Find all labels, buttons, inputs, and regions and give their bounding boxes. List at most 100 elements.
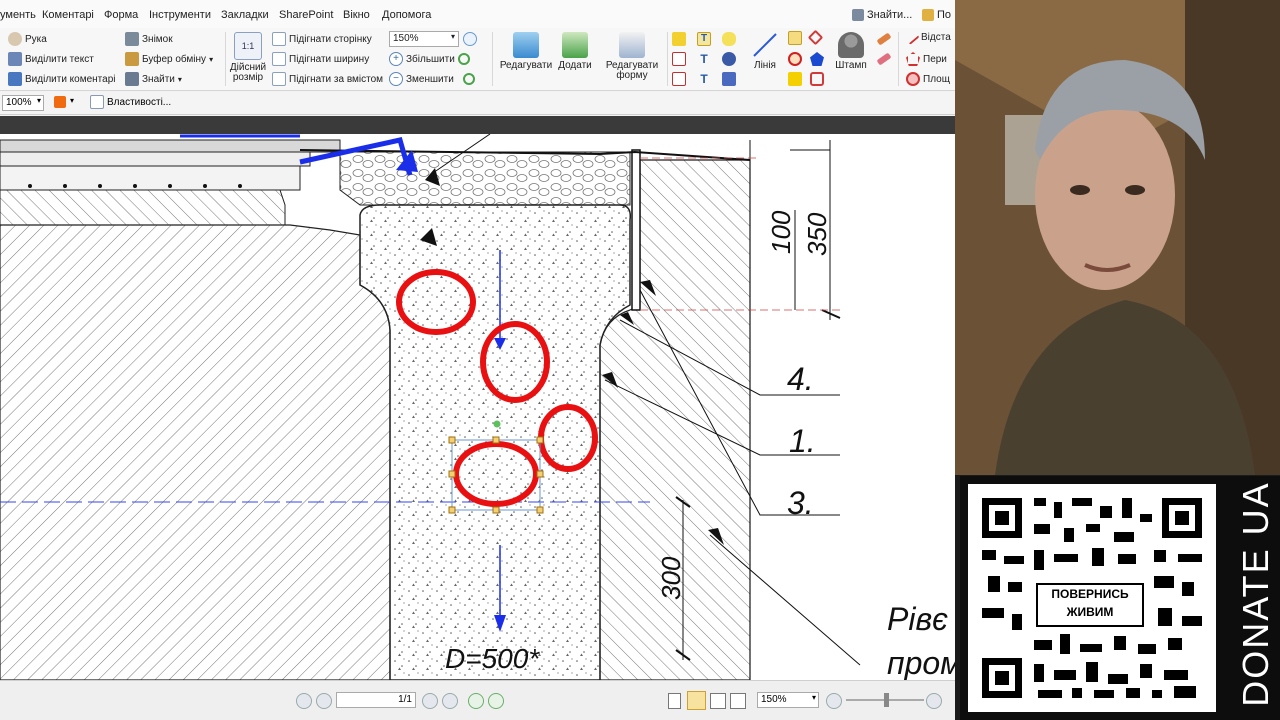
menu-window[interactable]: Вікно bbox=[343, 9, 370, 21]
status-bar: 1/1 150% ▾ bbox=[0, 680, 955, 720]
zoom-out-button[interactable]: − Зменшити bbox=[389, 72, 475, 86]
page-number-field[interactable]: 1/1 bbox=[336, 692, 416, 708]
properties-toolbar: 100% ▾ ▾ Властивості... bbox=[0, 92, 955, 115]
menu-form[interactable]: Форма bbox=[104, 9, 138, 21]
next-page-icon[interactable] bbox=[422, 693, 438, 709]
folder-icon bbox=[922, 9, 934, 21]
continuous-page-icon[interactable] bbox=[687, 691, 706, 710]
properties-icon bbox=[90, 95, 104, 109]
menu-bookmarks[interactable]: Закладки bbox=[221, 9, 269, 21]
chevron-down-icon: ▾ bbox=[36, 96, 41, 105]
note-icon[interactable] bbox=[722, 32, 736, 46]
hand-tool-button[interactable]: Рука bbox=[8, 32, 47, 46]
menu-comments[interactable]: Коментарі bbox=[42, 9, 94, 21]
qr-badge: ПОВЕРНИСЬ ЖИВИМ bbox=[1036, 583, 1144, 627]
technical-drawing: 100 350 300 4. 1. 3. D=500* Рівє пром bbox=[0, 134, 955, 680]
add-button[interactable]: Додати bbox=[553, 32, 597, 71]
binoculars-icon bbox=[852, 9, 864, 21]
single-page-icon[interactable] bbox=[668, 693, 681, 709]
zoom-slider-thumb[interactable] bbox=[884, 693, 889, 707]
menu-tools[interactable]: Інструменти bbox=[149, 9, 211, 21]
soil-left bbox=[0, 224, 391, 680]
prev-page-icon[interactable] bbox=[316, 693, 332, 709]
edit-image-icon bbox=[513, 32, 539, 58]
snapshot-button[interactable]: Знімок bbox=[125, 32, 173, 46]
eraser-icon[interactable] bbox=[876, 52, 892, 66]
typewriter-icon[interactable]: T bbox=[697, 32, 711, 46]
chevron-down-icon: ▾ bbox=[450, 32, 455, 41]
find-button[interactable]: Знайти ▾ bbox=[125, 72, 182, 86]
donate-label[interactable]: DONATE UA bbox=[1235, 479, 1276, 709]
dimension-350: 350 bbox=[802, 212, 832, 256]
sound-icon[interactable] bbox=[722, 72, 736, 86]
document-canvas[interactable]: 100 350 300 4. 1. 3. D=500* Рівє пром bbox=[0, 134, 955, 680]
find-menu[interactable]: Знайти... bbox=[852, 9, 912, 21]
facing-pages-icon[interactable] bbox=[710, 693, 726, 709]
layer-top bbox=[0, 139, 341, 153]
zoom-in-magnifier-icon[interactable] bbox=[463, 32, 477, 46]
stamp-button[interactable]: Штамп bbox=[832, 32, 870, 71]
camera-icon bbox=[125, 32, 139, 46]
zoom-slider[interactable] bbox=[846, 693, 924, 707]
polygon-icon[interactable] bbox=[807, 29, 824, 46]
rotate-icon[interactable] bbox=[462, 73, 475, 85]
pdf-editor-window: ументь Коментарі Форма Інструменти Закла… bbox=[0, 0, 955, 720]
callout-label-1: 1. bbox=[789, 423, 816, 459]
pencil-icon[interactable] bbox=[788, 31, 802, 45]
zoom-select[interactable]: 150% ▾ bbox=[389, 31, 459, 47]
edit-form-button[interactable]: Редагувати форму bbox=[600, 32, 664, 81]
eraser-pen-icon[interactable] bbox=[876, 32, 892, 46]
distance-icon bbox=[904, 30, 920, 45]
area-tool-button[interactable]: Площ bbox=[906, 72, 950, 86]
more-menu[interactable]: По bbox=[922, 9, 951, 21]
gravel-layer bbox=[339, 151, 631, 206]
menu-document[interactable]: ументь bbox=[0, 9, 36, 21]
back-icon[interactable] bbox=[468, 693, 484, 709]
fit-page-button[interactable]: Підігнати сторінку bbox=[272, 32, 372, 46]
note-line-1: Рівє bbox=[887, 601, 948, 637]
menu-sharepoint[interactable]: SharePoint bbox=[279, 9, 333, 21]
callout-icon[interactable]: T bbox=[697, 72, 711, 86]
select-text-button[interactable]: Виділити текст bbox=[8, 52, 94, 66]
donate-panel[interactable]: ПОВЕРНИСЬ ЖИВИМ DONATE UA bbox=[960, 476, 1280, 720]
document-top-border bbox=[0, 116, 955, 134]
distance-tool-button[interactable]: Відста bbox=[904, 30, 951, 45]
oval-icon[interactable] bbox=[788, 52, 802, 66]
rotate-icon[interactable] bbox=[457, 53, 470, 65]
zoom-in-button[interactable]: + Збільшити bbox=[389, 52, 470, 66]
chevron-down-icon[interactable]: ▾ bbox=[70, 96, 74, 105]
color-swatch-icon[interactable] bbox=[54, 96, 66, 108]
select-comments-button[interactable]: Виділити коментарі bbox=[8, 72, 116, 86]
chevron-down-icon: ▾ bbox=[209, 54, 214, 64]
line-tool-button[interactable]: Лінія bbox=[748, 32, 782, 71]
zoom-in-icon[interactable] bbox=[926, 693, 942, 709]
actual-size-button[interactable]: 1:1 Дійсний розмір bbox=[228, 32, 268, 83]
qr-code[interactable]: ПОВЕРНИСЬ ЖИВИМ bbox=[968, 484, 1216, 712]
menu-help[interactable]: Допомога bbox=[382, 9, 431, 21]
ribbon-separator bbox=[492, 32, 493, 86]
continuous-facing-icon[interactable] bbox=[730, 693, 746, 709]
stamp-icon bbox=[838, 32, 864, 58]
callout-label-3: 3. bbox=[787, 485, 814, 521]
attach-icon[interactable] bbox=[722, 52, 736, 66]
underline-icon[interactable] bbox=[672, 72, 686, 86]
pentagon-icon[interactable] bbox=[810, 52, 824, 66]
zoom-level-select[interactable]: 100% ▾ bbox=[2, 95, 44, 111]
perimeter-tool-button[interactable]: Пери bbox=[906, 52, 947, 66]
fit-width-button[interactable]: Підігнати ширину bbox=[272, 52, 369, 66]
cloud-icon[interactable] bbox=[810, 72, 824, 86]
highlight-text-icon[interactable] bbox=[672, 32, 686, 46]
clipboard-button[interactable]: Буфер обміну ▾ bbox=[125, 52, 213, 66]
rectangle-icon[interactable] bbox=[788, 72, 802, 86]
zoom-out-icon[interactable] bbox=[826, 693, 842, 709]
forward-icon[interactable] bbox=[488, 693, 504, 709]
properties-button[interactable]: Властивості... bbox=[90, 95, 171, 109]
edit-button[interactable]: Редагувати bbox=[497, 32, 555, 71]
last-page-icon[interactable] bbox=[442, 693, 458, 709]
fit-content-button[interactable]: Підігнати за вмістом bbox=[272, 72, 383, 86]
status-zoom-select[interactable]: 150% ▾ bbox=[757, 692, 819, 708]
first-page-icon[interactable] bbox=[296, 693, 312, 709]
strikeout-icon[interactable] bbox=[672, 52, 686, 66]
chevron-down-icon: ▾ bbox=[177, 74, 182, 84]
textbox-icon[interactable]: T bbox=[697, 52, 711, 66]
